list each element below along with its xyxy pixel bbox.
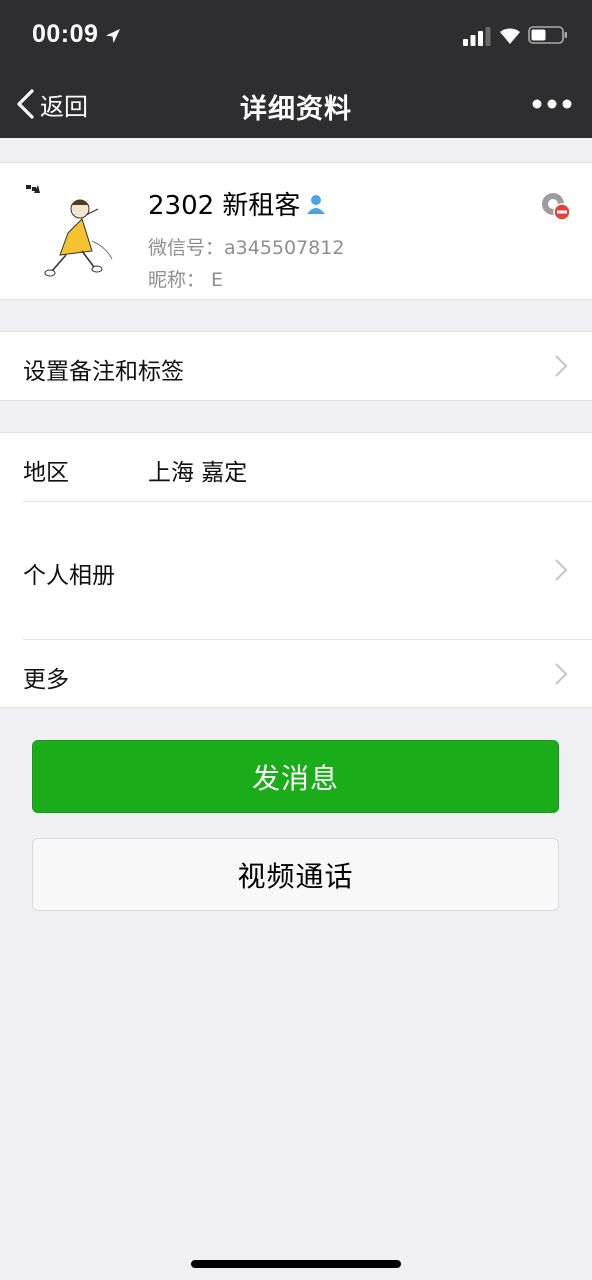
blocked-status-icon (542, 193, 571, 221)
region-label: 地区 (23, 460, 69, 486)
remark-tags-label: 设置备注和标签 (23, 359, 184, 385)
region-value: 上海 嘉定 (148, 460, 248, 486)
album-row[interactable]: 个人相册 (0, 502, 592, 639)
album-label: 个人相册 (23, 563, 115, 589)
info-group: 地区 上海 嘉定 个人相册 更多 (0, 432, 592, 708)
location-arrow-icon (106, 29, 120, 43)
more-label: 更多 (23, 667, 69, 693)
contact-person-icon (307, 194, 326, 214)
region-row: 地区 上海 嘉定 (0, 433, 592, 501)
more-row[interactable]: 更多 (0, 640, 592, 708)
cellular-signal-icon (463, 27, 491, 46)
remark-tags-row[interactable]: 设置备注和标签 (0, 332, 592, 400)
battery-icon (528, 26, 567, 44)
nickname: 昵称： E (148, 269, 224, 291)
chevron-right-icon (555, 559, 568, 581)
send-message-button[interactable]: 发消息 (32, 740, 559, 813)
top-bar: 00:09 返回 详细资料 (0, 0, 592, 138)
status-time: 00:09 (32, 20, 99, 48)
wifi-icon (500, 28, 520, 44)
home-indicator[interactable] (191, 1260, 401, 1268)
remark-group: 设置备注和标签 (0, 331, 592, 401)
wechat-id: 微信号：a345507812 (148, 237, 345, 259)
more-dots-icon[interactable] (530, 92, 574, 116)
profile-name-row: 2302 新租客 (148, 185, 328, 222)
profile-card: 2302 新租客 微信号：a345507812 昵称： E (0, 162, 592, 300)
video-call-button[interactable]: 视频通话 (32, 838, 559, 911)
page-title: 详细资料 (240, 94, 352, 125)
status-bar: 00:09 (0, 0, 592, 70)
profile-name: 2302 新租客 (148, 191, 301, 221)
chevron-right-icon (555, 355, 568, 377)
avatar[interactable] (22, 181, 122, 285)
navigation-bar: 返回 详细资料 (0, 70, 592, 138)
chevron-right-icon (555, 663, 568, 685)
